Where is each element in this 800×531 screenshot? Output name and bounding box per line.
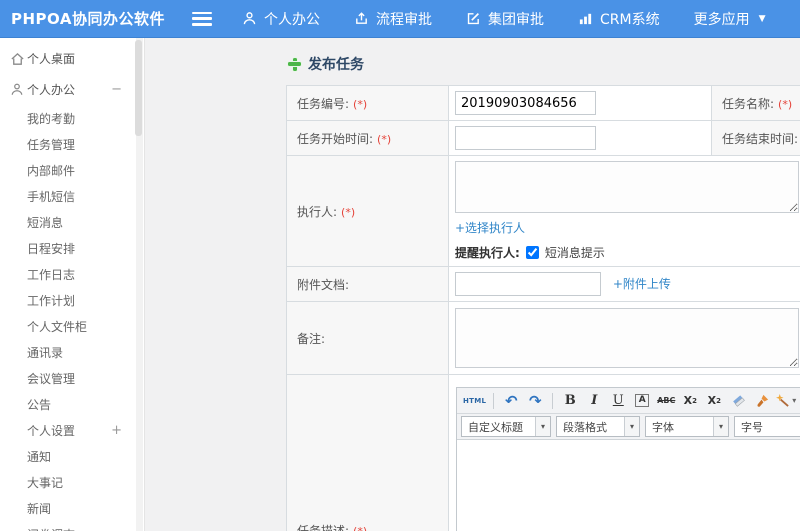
sidebar-item-announcement[interactable]: 公告 [0, 391, 144, 417]
sidebar: 个人桌面 个人办公 − 我的考勤 任务管理 内部邮件 手机短信 短消息 日程安排… [0, 38, 145, 531]
editor-content-area[interactable] [457, 440, 800, 531]
plus-icon [288, 57, 301, 71]
nav-personal-office[interactable]: 个人办公 [242, 9, 320, 29]
attachment-input[interactable] [455, 272, 601, 296]
caret-down-icon: ▼ [758, 13, 766, 24]
executor-label: 执行人: (*) [286, 155, 449, 267]
sms-remind-label: 短消息提示 [544, 246, 605, 260]
sidebar-item-sms[interactable]: 手机短信 [0, 183, 144, 209]
format-brush-icon[interactable] [751, 390, 773, 411]
executor-textarea[interactable] [455, 161, 799, 213]
caret-down-icon: ▾ [535, 417, 550, 436]
sidebar-item-work-log[interactable]: 工作日志 [0, 261, 144, 287]
font-family-select[interactable]: 字体 ▾ [645, 416, 729, 437]
sidebar-item-notice[interactable]: 通知 [0, 443, 144, 469]
sidebar-item-internal-mail[interactable]: 内部邮件 [0, 157, 144, 183]
menu-toggle-icon[interactable] [192, 11, 212, 26]
sidebar-item-contacts[interactable]: 通讯录 [0, 339, 144, 365]
publish-task-form: 任务编号:(*) 任务名称:(*) 任务开始时间:(*) 任务结束时间:(*) … [286, 85, 800, 531]
attachment-label: 附件文档: [286, 266, 449, 302]
sidebar-item-survey[interactable]: 问卷调查 [0, 521, 144, 531]
person-icon [242, 11, 257, 26]
caret-down-icon: ▾ [624, 417, 639, 436]
remark-label: 备注: [286, 301, 449, 375]
home-icon [10, 51, 25, 66]
html-source-button[interactable]: HTML [462, 390, 487, 411]
sms-remind-checkbox[interactable] [525, 246, 539, 259]
task-no-input[interactable] [455, 91, 596, 115]
sidebar-item-news[interactable]: 新闻 [0, 495, 144, 521]
sidebar-item-personal-office[interactable]: 个人办公 − [0, 74, 144, 105]
task-description-label: 任务描述:(*) [286, 374, 449, 531]
italic-button[interactable]: I [583, 390, 605, 411]
bold-button[interactable]: B [559, 390, 581, 411]
select-executor-link[interactable]: +选择执行人 [455, 221, 525, 235]
nav-process-approval[interactable]: 流程审批 [354, 9, 432, 29]
caret-down-icon: ▾ [713, 417, 728, 436]
highlight-button[interactable]: A [631, 390, 653, 411]
group-approval-icon [466, 11, 481, 26]
underline-button[interactable]: U [607, 390, 629, 411]
start-time-label: 任务开始时间: (*) [286, 120, 449, 156]
task-name-label: 任务名称: (*) [711, 85, 800, 121]
custom-heading-select[interactable]: 自定义标题 ▾ [461, 416, 551, 437]
paragraph-format-select[interactable]: 段落格式 ▾ [556, 416, 640, 437]
remind-executor-label: 提醒执行人: [455, 246, 520, 260]
main-content: 发布任务 任务编号:(*) 任务名称:(*) 任务开始时间:(*) 任务结束时间… [146, 39, 800, 531]
sidebar-item-task-management[interactable]: 任务管理 [0, 131, 144, 157]
page-title: 发布任务 [288, 54, 364, 74]
remark-textarea[interactable] [455, 308, 799, 368]
sidebar-item-personal-settings[interactable]: 个人设置 + [0, 417, 144, 443]
start-time-input[interactable] [455, 126, 596, 150]
task-no-label: 任务编号: (*) [286, 85, 449, 121]
redo-icon[interactable]: ↷ [524, 390, 546, 411]
app-header: PHPOA协同办公软件 个人办公 流程审批 集团审批 CRM系统 更多应用 ▼ [0, 0, 800, 38]
nav-crm[interactable]: CRM系统 [578, 9, 660, 29]
strikethrough-button[interactable]: ABC [655, 390, 677, 411]
nav-more-apps[interactable]: 更多应用 ▼ [694, 9, 766, 29]
attachment-upload-link[interactable]: +附件上传 [613, 277, 671, 291]
sidebar-item-attendance[interactable]: 我的考勤 [0, 105, 144, 131]
sidebar-item-short-message[interactable]: 短消息 [0, 209, 144, 235]
eraser-icon[interactable] [727, 390, 749, 411]
superscript-button[interactable]: X2 [679, 390, 701, 411]
editor-toolbar-row1: HTML ↶ ↷ B I U A ABC X2 X2 ▾ [457, 388, 800, 414]
sidebar-item-meeting[interactable]: 会议管理 [0, 365, 144, 391]
undo-icon[interactable]: ↶ [500, 390, 522, 411]
rich-text-editor: HTML ↶ ↷ B I U A ABC X2 X2 ▾ 自定义标题 ▾ 段落格… [456, 387, 800, 531]
crm-chart-icon [578, 11, 593, 26]
sidebar-item-file-cabinet[interactable]: 个人文件柜 [0, 313, 144, 339]
end-time-label: 任务结束时间:(*) [711, 120, 800, 156]
nav-group-approval[interactable]: 集团审批 [466, 9, 544, 29]
sidebar-item-personal-desktop[interactable]: 个人桌面 [0, 43, 144, 74]
person-icon [10, 82, 25, 97]
caret-down-icon: ▾ [792, 396, 797, 405]
magic-wand-icon[interactable]: ▾ [775, 390, 797, 411]
sidebar-scrollbar[interactable] [135, 38, 143, 531]
sidebar-item-schedule[interactable]: 日程安排 [0, 235, 144, 261]
expand-icon[interactable]: + [111, 423, 122, 438]
app-logo: PHPOA协同办公软件 [11, 10, 165, 28]
subscript-button[interactable]: X2 [703, 390, 725, 411]
font-size-select[interactable]: 字号▾ [734, 416, 800, 437]
editor-toolbar-row2: 自定义标题▾ 段落格式▾ 字体▾ 字号▾ [457, 414, 800, 440]
top-navigation: 个人办公 流程审批 集团审批 CRM系统 更多应用 ▼ [242, 9, 800, 29]
collapse-icon[interactable]: − [111, 82, 122, 97]
sidebar-item-events[interactable]: 大事记 [0, 469, 144, 495]
sidebar-item-work-plan[interactable]: 工作计划 [0, 287, 144, 313]
process-approval-icon [354, 11, 369, 26]
